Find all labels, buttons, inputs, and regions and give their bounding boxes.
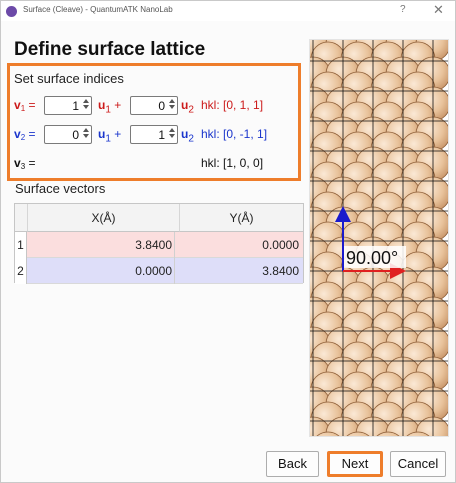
row-number[interactable]: 2 — [15, 258, 27, 284]
v1-u2-term: u2 — [181, 98, 194, 116]
v3-hkl: hkl: [1, 0, 0] — [201, 156, 264, 170]
cell-x[interactable]: 3.8400 — [27, 232, 175, 258]
v2-u1-spinbox[interactable]: 0 — [44, 125, 92, 144]
v2-hkl: hkl: [0, -1, 1] — [201, 127, 268, 141]
v1-label: v1 = — [14, 98, 36, 113]
window-title: Surface (Cleave) - QuantumATK NanoLab — [23, 5, 173, 14]
spinbox-arrows-icon[interactable] — [82, 127, 90, 142]
help-icon[interactable]: ? — [400, 4, 406, 15]
cancel-button[interactable]: Cancel — [390, 451, 446, 477]
v2-u2-term: u2 — [181, 127, 194, 145]
spinbox-arrows-icon[interactable] — [168, 98, 176, 113]
table-row: 2 0.0000 3.8400 — [15, 258, 303, 284]
surface-vectors-table: X(Å) Y(Å) 1 3.8400 0.0000 2 0.0000 3.840… — [14, 203, 304, 284]
lattice-canvas: 90.00° — [310, 40, 448, 436]
v2-u2-spinbox[interactable]: 1 — [130, 125, 178, 144]
surface-indices-label: Set surface indices — [14, 71, 124, 86]
v2-u1-term: u1 + — [98, 127, 122, 145]
column-header-x[interactable]: X(Å) — [27, 204, 179, 232]
page-title: Define surface lattice — [14, 39, 206, 60]
spinbox-arrows-icon[interactable] — [82, 98, 90, 113]
v1-u2-spinbox[interactable]: 0 — [130, 96, 178, 115]
v1-hkl: hkl: [0, 1, 1] — [201, 98, 264, 112]
next-button[interactable]: Next — [327, 451, 383, 477]
surface-vectors-label: Surface vectors — [15, 181, 106, 196]
v2-label: v2 = — [14, 127, 36, 142]
angle-label: 90.00° — [346, 248, 398, 268]
cell-y[interactable]: 0.0000 — [179, 232, 301, 258]
app-logo-icon — [6, 6, 17, 17]
back-button[interactable]: Back — [266, 451, 319, 477]
v1-u1-term: u1 + — [98, 98, 122, 116]
table-row: 1 3.8400 0.0000 — [15, 232, 303, 258]
row-number[interactable]: 1 — [15, 232, 27, 258]
lattice-preview[interactable]: 90.00° — [309, 39, 449, 437]
spinbox-arrows-icon[interactable] — [168, 127, 176, 142]
table-corner — [15, 204, 27, 232]
v3-label: v3 = — [14, 156, 36, 171]
title-bar: Surface (Cleave) - QuantumATK NanoLab ? … — [1, 1, 455, 21]
close-icon[interactable]: ✕ — [433, 2, 444, 18]
cell-x[interactable]: 0.0000 — [27, 258, 175, 284]
cell-y[interactable]: 3.8400 — [179, 258, 301, 284]
v1-u1-spinbox[interactable]: 1 — [44, 96, 92, 115]
dialog-window: Surface (Cleave) - QuantumATK NanoLab ? … — [0, 0, 456, 483]
column-header-y[interactable]: Y(Å) — [179, 204, 303, 232]
